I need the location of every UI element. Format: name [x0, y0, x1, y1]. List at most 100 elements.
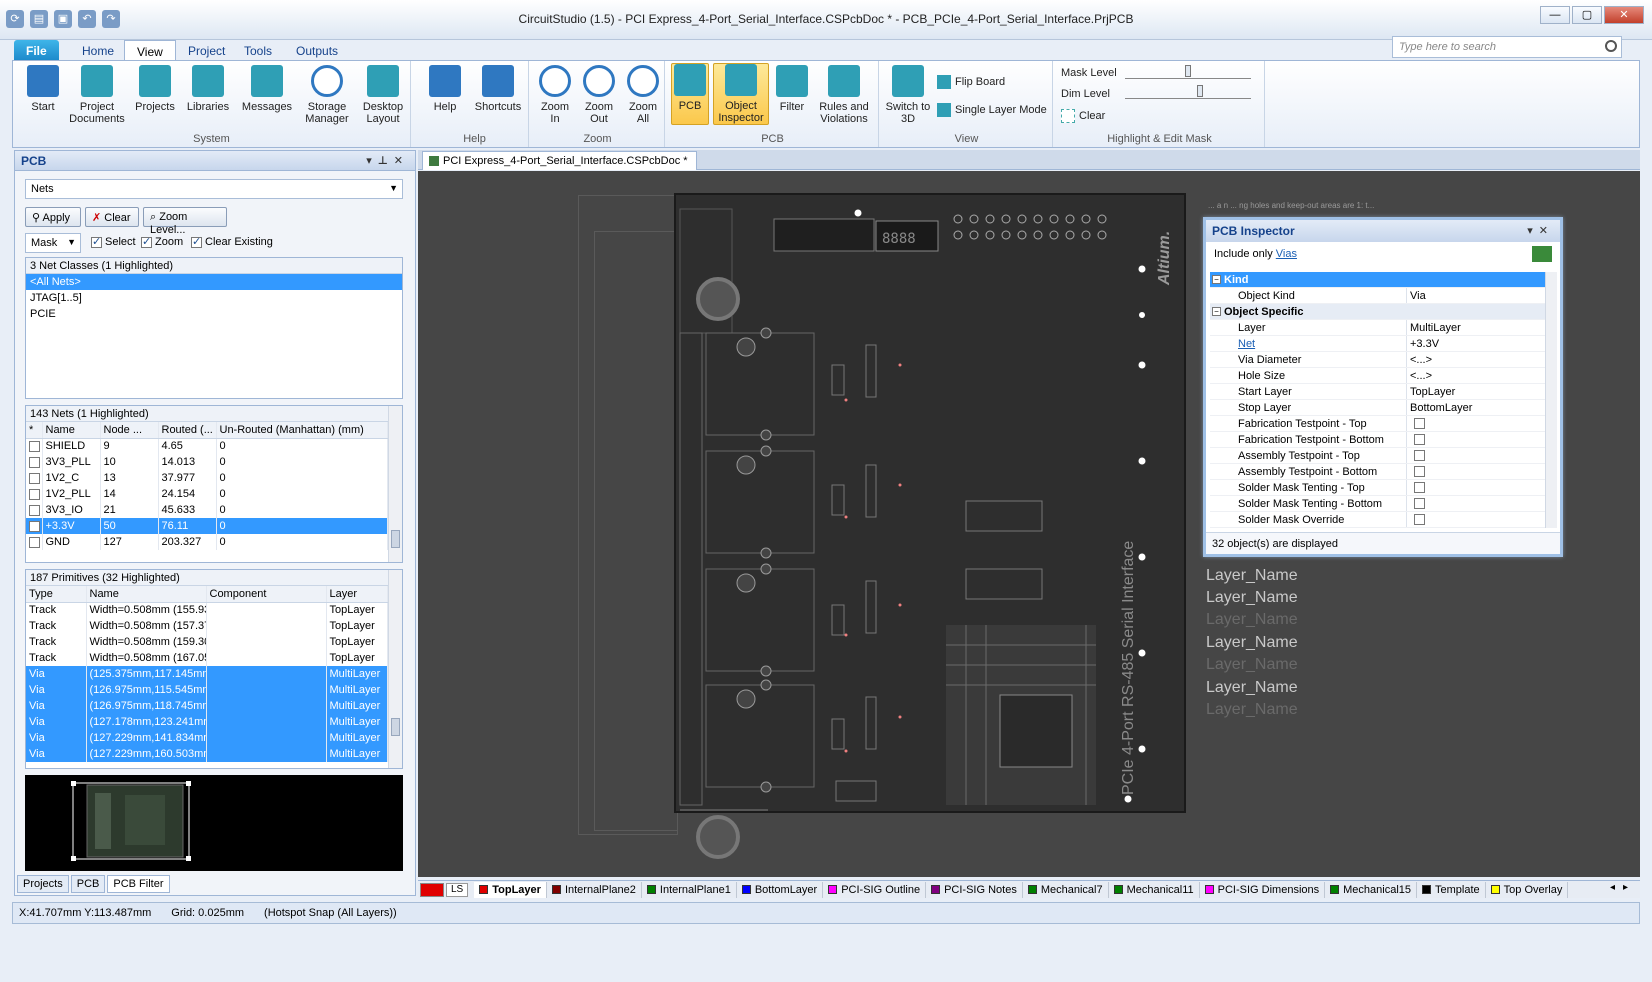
messages-button[interactable]: Messages — [239, 65, 295, 113]
table-row[interactable]: 1V2_C 13 37.977 0 — [26, 470, 388, 486]
column-header[interactable]: Name — [86, 586, 207, 603]
property-checkbox[interactable] — [1414, 498, 1425, 509]
net-classes-list[interactable]: 3 Net Classes (1 Highlighted) <All Nets>… — [25, 257, 403, 399]
dim-level-slider[interactable] — [1125, 85, 1251, 99]
switch-3d-button[interactable]: Switch to 3D — [885, 65, 931, 125]
property-row[interactable]: Solder Mask Override — [1210, 512, 1548, 528]
property-row[interactable]: Hole Size <...> — [1210, 368, 1548, 384]
column-header[interactable]: Node ... — [100, 422, 159, 439]
table-row[interactable]: Track Width=0.508mm (157.37 TopLayer — [26, 618, 388, 634]
tab-project[interactable]: Project — [176, 40, 237, 62]
minimize-button[interactable]: — — [1540, 6, 1570, 24]
property-row[interactable]: Stop Layer BottomLayer — [1210, 400, 1548, 416]
property-checkbox[interactable] — [1414, 418, 1425, 429]
maximize-button[interactable]: ▢ — [1572, 6, 1602, 24]
layer-tab-mechanical15[interactable]: Mechanical15 — [1325, 881, 1418, 898]
start-button[interactable]: Start — [21, 65, 65, 113]
property-row[interactable]: Assembly Testpoint - Top — [1210, 448, 1548, 464]
shortcuts-button[interactable]: Shortcuts — [471, 65, 525, 113]
row-checkbox[interactable] — [29, 536, 40, 548]
inspector-controls[interactable]: ▾✕ — [1527, 224, 1554, 237]
zoom-out-button[interactable]: Zoom Out — [579, 65, 619, 125]
layer-tab-template[interactable]: Template — [1417, 881, 1486, 898]
table-row[interactable]: Via (126.975mm,118.745mm) MultiLayer — [26, 698, 388, 714]
layer-tab-internalplane1[interactable]: InternalPlane1 — [642, 881, 737, 898]
table-row[interactable]: Via (127.229mm,160.503mm) MultiLayer — [26, 746, 388, 762]
layer-scroll-arrows[interactable]: ◂▸ — [1610, 882, 1636, 893]
property-row[interactable]: Start Layer TopLayer — [1210, 384, 1548, 400]
table-row[interactable]: Via (127.178mm,123.241mm) MultiLayer — [26, 714, 388, 730]
table-row[interactable]: 3V3_IO 21 45.633 0 — [26, 502, 388, 518]
board-minimap[interactable] — [25, 775, 403, 871]
inspector-scrollbar[interactable] — [1545, 272, 1557, 528]
column-header[interactable]: Component — [206, 586, 327, 603]
row-checkbox[interactable] — [29, 456, 40, 468]
mask-level-knob[interactable] — [1185, 65, 1191, 77]
tab-pcb[interactable]: PCB — [70, 875, 106, 893]
help-button[interactable]: Help — [425, 65, 465, 113]
filter-button[interactable]: Filter — [773, 65, 811, 113]
property-checkbox[interactable] — [1414, 450, 1425, 461]
document-tab[interactable]: PCI Express_4-Port_Serial_Interface.CSPc… — [422, 151, 697, 170]
single-layer-button[interactable]: Single Layer Mode — [937, 103, 1047, 117]
select-checkbox[interactable]: Select — [91, 235, 136, 248]
column-header[interactable]: Un-Routed (Manhattan) (mm) — [216, 422, 388, 439]
list-item[interactable]: JTAG[1..5] — [26, 290, 402, 306]
property-checkbox[interactable] — [1414, 482, 1425, 493]
property-row[interactable]: Layer MultiLayer — [1210, 320, 1548, 336]
layer-tab-toplayer[interactable]: TopLayer — [474, 881, 547, 898]
table-row[interactable]: SHIELD 9 4.65 0 — [26, 438, 388, 454]
category-object-specific[interactable]: − Object Specific — [1210, 304, 1548, 320]
scroll-thumb[interactable] — [391, 718, 400, 736]
clear-button[interactable]: ✗ Clear — [85, 207, 139, 227]
table-row[interactable]: 3V3_PLL 10 14.013 0 — [26, 454, 388, 470]
list-item[interactable]: PCIE — [26, 306, 402, 322]
list-item[interactable]: <All Nets> — [26, 274, 402, 290]
project-documents-button[interactable]: Project Documents — [67, 65, 127, 125]
search-input[interactable]: Type here to search — [1392, 36, 1622, 58]
tab-outputs[interactable]: Outputs — [284, 40, 350, 62]
property-row[interactable]: Via Diameter <...> — [1210, 352, 1548, 368]
tab-view[interactable]: View — [124, 40, 176, 62]
table-row[interactable]: Via (125.375mm,117.145mm) MultiLayer — [26, 666, 388, 682]
property-checkbox[interactable] — [1414, 514, 1425, 525]
table-row[interactable]: Track Width=0.508mm (159.30 TopLayer — [26, 634, 388, 650]
layer-tab-mechanical7[interactable]: Mechanical7 — [1023, 881, 1109, 898]
table-row[interactable]: +3.3V 50 76.11 0 — [26, 518, 388, 534]
table-row[interactable]: GND 127 203.327 0 — [26, 534, 388, 550]
nets-scrollbar[interactable] — [388, 406, 402, 562]
include-vias-link[interactable]: Vias — [1276, 248, 1297, 260]
row-checkbox[interactable] — [29, 520, 40, 532]
tab-pcb-filter[interactable]: PCB Filter — [107, 875, 170, 893]
table-row[interactable]: Track Width=0.508mm (167.05 TopLayer — [26, 650, 388, 666]
apply-button[interactable]: ⚲ Apply — [25, 207, 81, 227]
panel-mode-select[interactable]: Nets ▼ — [25, 179, 403, 199]
table-row[interactable]: Via (126.975mm,115.545mm) MultiLayer — [26, 682, 388, 698]
collapse-icon[interactable]: − — [1212, 307, 1221, 316]
layer-tab-top-overlay[interactable]: Top Overlay — [1486, 881, 1569, 898]
tab-projects[interactable]: Projects — [17, 875, 69, 893]
primitives-scrollbar[interactable] — [388, 570, 402, 768]
table-row[interactable]: 1V2_PLL 14 24.154 0 — [26, 486, 388, 502]
category-kind[interactable]: − Kind — [1210, 272, 1548, 288]
projects-button[interactable]: Projects — [131, 65, 179, 113]
clear-mask-button[interactable]: Clear — [1061, 109, 1105, 123]
current-layer-swatch[interactable] — [420, 882, 444, 897]
desktop-layout-button[interactable]: Desktop Layout — [357, 65, 409, 125]
column-header[interactable]: * — [26, 422, 43, 439]
property-row[interactable]: Solder Mask Tenting - Bottom — [1210, 496, 1548, 512]
zoom-all-button[interactable]: Zoom All — [623, 65, 663, 125]
column-header[interactable]: Routed (... — [158, 422, 217, 439]
row-checkbox[interactable] — [29, 472, 40, 484]
tab-file[interactable]: File — [14, 40, 59, 62]
property-row[interactable]: Object Kind Via — [1210, 288, 1548, 304]
panel-controls[interactable]: ▾⊥✕ — [366, 154, 409, 167]
column-header[interactable]: Type — [26, 586, 87, 603]
layer-tab-pci-sig-dimensions[interactable]: PCI-SIG Dimensions — [1200, 881, 1326, 898]
scroll-thumb[interactable] — [391, 530, 400, 548]
property-row[interactable]: Assembly Testpoint - Bottom — [1210, 464, 1548, 480]
layer-tab-mechanical11[interactable]: Mechanical11 — [1109, 881, 1200, 898]
tab-home[interactable]: Home — [70, 40, 126, 62]
row-checkbox[interactable] — [29, 488, 40, 500]
column-header[interactable]: Name — [42, 422, 101, 439]
